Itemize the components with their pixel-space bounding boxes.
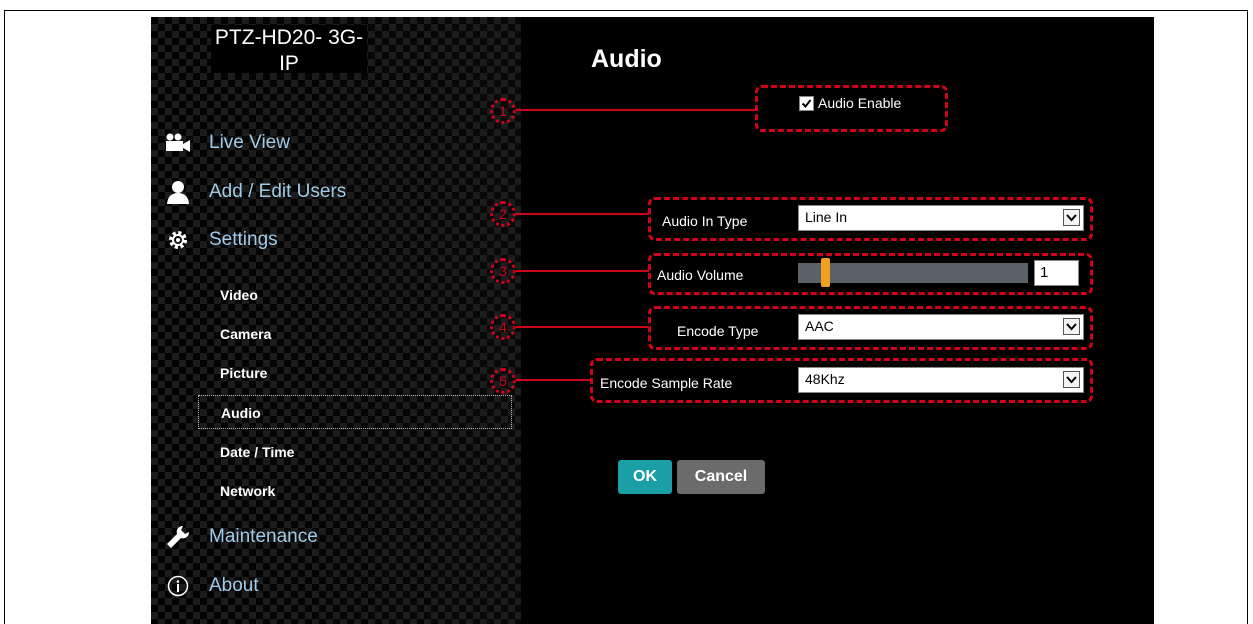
wrench-icon [165,525,191,549]
callout-connector [516,109,756,111]
nav-label: Settings [209,229,278,250]
chevron-down-icon [1063,371,1080,388]
nav-sub-network[interactable]: Network [198,474,512,508]
callout-connector [516,379,591,381]
callout-connector [516,213,649,215]
nav-settings[interactable]: Settings [165,228,278,252]
callout-marker-3: 3 [490,258,516,284]
audio-volume-label: Audio Volume [657,267,744,283]
gear-icon [165,228,191,252]
encode-type-value: AAC [805,318,834,334]
cancel-button[interactable]: Cancel [677,460,765,494]
encode-sample-rate-select[interactable]: 48Khz [798,367,1084,393]
nav-sub-camera[interactable]: Camera [198,317,512,351]
encode-type-label: Encode Type [677,323,759,339]
nav-live-view[interactable]: Live View [165,131,290,155]
nav-label: Maintenance [209,526,318,547]
ok-button[interactable]: OK [618,460,672,494]
callout-marker-1: 1 [490,98,516,124]
nav-sub-date-time[interactable]: Date / Time [198,435,512,469]
callout-connector [516,270,649,272]
callout-marker-2: 2 [490,201,516,227]
nav-sub-audio[interactable]: Audio [198,395,512,429]
audio-volume-slider[interactable] [798,258,1028,287]
video-camera-icon [165,131,191,155]
encode-sample-rate-value: 48Khz [805,371,845,387]
nav-sub-picture[interactable]: Picture [198,356,512,390]
audio-enable-checkbox[interactable]: Audio Enable [799,95,901,111]
page-title: Audio [591,45,662,73]
audio-in-type-select[interactable]: Line In [798,205,1084,231]
sidebar: PTZ-HD20- 3G-IP Live View Add / Edit Use… [151,17,521,624]
chevron-down-icon [1063,318,1080,335]
chevron-down-icon [1063,209,1080,226]
device-name: PTZ-HD20- 3G-IP [211,25,367,73]
nav-label: About [209,575,259,596]
slider-thumb[interactable] [821,258,830,287]
encode-type-select[interactable]: AAC [798,314,1084,340]
nav-about[interactable]: About [165,574,259,598]
camera-web-ui: PTZ-HD20- 3G-IP Live View Add / Edit Use… [151,17,1154,624]
nav-maintenance[interactable]: Maintenance [165,525,318,549]
checkbox-checked-icon [799,95,814,111]
encode-sample-rate-label: Encode Sample Rate [600,375,733,391]
callout-marker-4: 4 [490,314,516,340]
audio-enable-label: Audio Enable [818,95,902,111]
audio-in-type-label: Audio In Type [662,213,748,229]
nav-label: Add / Edit Users [209,181,347,202]
callout-marker-5: 5 [490,368,516,394]
nav-add-edit-users[interactable]: Add / Edit Users [165,180,346,204]
nav-sub-video[interactable]: Video [198,278,512,312]
nav-label: Live View [209,132,290,153]
audio-volume-input[interactable]: 1 [1034,260,1079,286]
audio-in-type-value: Line In [805,209,848,225]
info-icon [165,574,191,598]
callout-connector [516,326,649,328]
user-icon [165,180,191,204]
